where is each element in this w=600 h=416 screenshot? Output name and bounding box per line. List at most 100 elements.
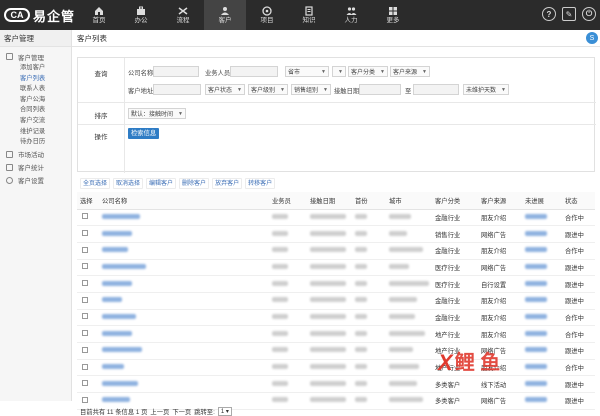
sidebar-item-contracts[interactable]: 合同列表 [0, 105, 71, 116]
nav-item-project[interactable]: 项目 [246, 0, 288, 30]
company-name-redacted[interactable] [102, 330, 132, 336]
page-select[interactable]: 1 ▾ [217, 407, 232, 416]
sidebar-item-contacts[interactable]: 联系人表 [0, 84, 71, 95]
col-contact-date[interactable]: 接触日期 [307, 192, 352, 210]
table-row[interactable]: 医疗行业 网络广告 跟进中 [77, 259, 595, 277]
company-cell[interactable] [99, 342, 269, 360]
app-logo[interactable]: CA 易企管 [4, 6, 75, 24]
row-checkbox[interactable] [82, 230, 88, 237]
abandon-customer-button[interactable]: 放弃客户 [212, 178, 243, 189]
date-from-input[interactable] [359, 84, 401, 95]
search-button[interactable]: 检索信息 [128, 128, 160, 139]
company-cell[interactable] [99, 325, 269, 343]
sidebar-item-calendar[interactable]: 待办日历 [0, 137, 71, 148]
address-input[interactable] [153, 84, 201, 95]
row-checkbox[interactable] [82, 330, 88, 337]
company-cell[interactable] [99, 242, 269, 260]
table-row[interactable]: 金融行业 朋友介绍 跟进中 [77, 292, 595, 310]
company-name-input[interactable] [153, 66, 199, 77]
sidebar-item-communication[interactable]: 客户交流 [0, 116, 71, 127]
col-city[interactable]: 城市 [386, 192, 432, 210]
company-cell[interactable] [99, 275, 269, 293]
row-checkbox[interactable] [82, 313, 88, 320]
row-checkbox[interactable] [82, 263, 88, 270]
category-select[interactable]: 客户分类 ▼ [348, 66, 388, 77]
level-select[interactable]: 客户级别 ▼ [248, 84, 288, 95]
source-select[interactable]: 客户来源 ▼ [390, 66, 430, 77]
sort-select[interactable]: 默认：接触时间 ▼ [128, 108, 186, 119]
table-row[interactable]: 多类客户 线下活动 跟进中 [77, 375, 595, 394]
sidebar-item-add-customer[interactable]: 添加客户 [0, 63, 71, 74]
table-row[interactable]: 金融行业 朋友介绍 合作中 [77, 309, 595, 327]
province-select[interactable]: 省市 ▼ [285, 66, 329, 77]
city-select[interactable]: ▼ [332, 66, 346, 77]
company-cell[interactable] [99, 359, 269, 377]
row-checkbox[interactable] [82, 246, 88, 253]
nav-item-more[interactable]: 更多 [372, 0, 414, 30]
nav-item-customer[interactable]: 客户 [204, 0, 246, 30]
edit-icon[interactable]: ✎ [562, 7, 576, 21]
nav-item-flow[interactable]: 流程 [162, 0, 204, 30]
sidebar-group-stats[interactable]: 客户统计 [0, 161, 71, 174]
col-province[interactable]: 首份 [352, 192, 386, 210]
salesperson-input[interactable] [230, 66, 278, 77]
company-cell[interactable] [99, 259, 269, 277]
nav-item-knowledge[interactable]: 知识 [288, 0, 330, 30]
company-name-redacted[interactable] [102, 364, 124, 370]
sidebar-group-customer[interactable]: 客户管理 [0, 50, 71, 63]
next-page-link[interactable]: 下一页 [172, 407, 191, 416]
sidebar-item-customer-list[interactable]: 客户列表 [0, 74, 71, 85]
select-page-button[interactable]: 全页选择 [80, 178, 111, 189]
help-icon[interactable]: ? [542, 7, 556, 21]
nav-item-hr[interactable]: 人力 [330, 0, 372, 30]
company-name-redacted[interactable] [102, 380, 138, 386]
maintain-days-select[interactable]: 未维护天数 ▼ [463, 84, 509, 95]
company-name-redacted[interactable] [102, 263, 146, 269]
row-checkbox[interactable] [82, 296, 88, 303]
table-row[interactable]: 医疗行业 自行设置 跟进中 [77, 275, 595, 293]
company-name-redacted[interactable] [102, 280, 132, 286]
company-cell[interactable] [99, 309, 269, 327]
row-checkbox[interactable] [82, 346, 88, 353]
sidebar-group-settings[interactable]: 客户设置 [0, 174, 71, 187]
table-row[interactable]: 金融行业 朋友介绍 合作中 [77, 209, 595, 227]
edit-customer-button[interactable]: 编辑客户 [146, 178, 177, 189]
col-no-progress[interactable]: 未进展 [522, 192, 562, 210]
company-name-redacted[interactable] [102, 213, 140, 219]
sidebar-item-maintenance[interactable]: 维护记录 [0, 127, 71, 138]
sidebar-group-marketing[interactable]: 市场活动 [0, 148, 71, 161]
power-icon[interactable]: ⏻ [582, 7, 596, 21]
sidebar-item-public-pool[interactable]: 客户公海 [0, 95, 71, 106]
company-name-redacted[interactable] [102, 397, 130, 403]
table-row[interactable]: 销售行业 网络广告 跟进中 [77, 225, 595, 243]
company-name-redacted[interactable] [102, 347, 142, 353]
delete-customer-button[interactable]: 删除客户 [179, 178, 210, 189]
sales-group-select[interactable]: 销售组别 ▼ [291, 84, 331, 95]
cancel-select-button[interactable]: 取消选择 [113, 178, 144, 189]
edge-badge-icon[interactable]: S [586, 32, 598, 44]
transfer-customer-button[interactable]: 转移客户 [245, 178, 276, 189]
row-checkbox[interactable] [82, 213, 88, 220]
company-name-redacted[interactable] [102, 247, 128, 253]
nav-item-office[interactable]: 办公 [120, 0, 162, 30]
col-salesperson[interactable]: 业务员 [269, 192, 307, 210]
col-source[interactable]: 客户来源 [478, 192, 522, 210]
company-cell[interactable] [99, 375, 269, 394]
company-cell[interactable] [99, 209, 269, 227]
col-status[interactable]: 状态 [562, 192, 595, 210]
table-row[interactable]: 金融行业 朋友介绍 合作中 [77, 242, 595, 260]
table-row[interactable]: 地产行业 朋友介绍 合作中 [77, 325, 595, 343]
table-row[interactable]: 地产行业 网络广告 跟进中 [77, 342, 595, 360]
row-checkbox[interactable] [82, 380, 88, 387]
row-checkbox[interactable] [82, 396, 88, 403]
col-company[interactable]: 公司名称 [99, 192, 269, 210]
company-name-redacted[interactable] [102, 313, 136, 319]
nav-item-home[interactable]: 首页 [78, 0, 120, 30]
company-name-redacted[interactable] [102, 297, 122, 303]
company-cell[interactable] [99, 292, 269, 310]
prev-page-link[interactable]: 上一页 [150, 407, 169, 416]
table-row[interactable]: 地产行业 朋友介绍 合作中 [77, 359, 595, 377]
row-checkbox[interactable] [82, 280, 88, 287]
company-name-redacted[interactable] [102, 230, 132, 236]
date-to-input[interactable] [413, 84, 459, 95]
